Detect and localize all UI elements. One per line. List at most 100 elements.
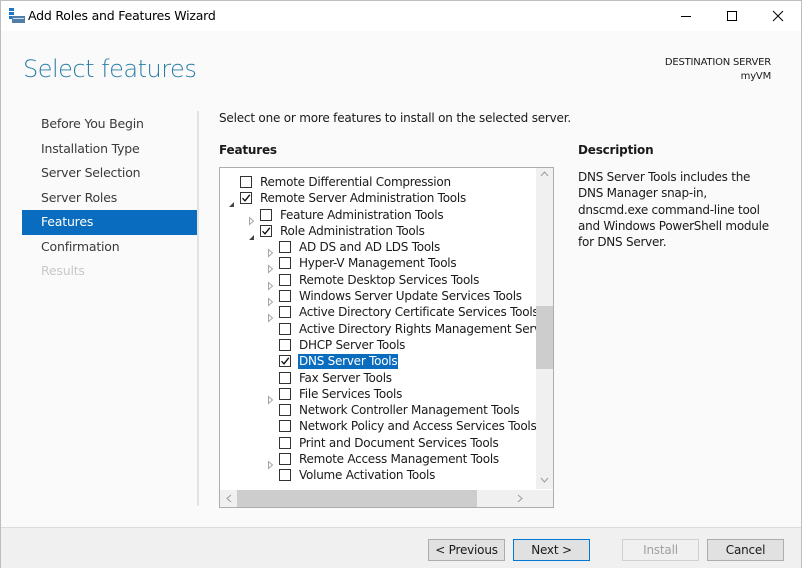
checkbox-unchecked[interactable] [279,241,291,254]
tree-item-label[interactable]: Volume Activation Tools [298,468,436,483]
tree-item-label[interactable]: Role Administration Tools [279,224,426,239]
tree-item-label[interactable]: Remote Access Management Tools [298,452,500,467]
collapsed-triangle-icon[interactable] [266,259,275,275]
collapsed-triangle-icon[interactable] [266,308,275,323]
tree-item-dhcp-server-tools[interactable]: DHCP Server Tools [220,338,535,354]
scroll-down-icon[interactable] [540,476,549,487]
tree-item-label[interactable]: Remote Differential Compression [259,175,452,190]
checkbox-unchecked[interactable] [279,469,291,482]
close-button[interactable] [755,1,801,31]
checkbox-unchecked[interactable] [279,371,291,384]
tree-item-remote-server-administration-tools[interactable]: Remote Server Administration Tools [220,191,535,208]
destination-server: DESTINATION SERVER myVM [665,56,771,84]
nav-item-server-roles[interactable]: Server Roles [22,186,197,211]
page-title: Select features [23,55,197,83]
tree-item-role-administration-tools[interactable]: Role Administration Tools [220,224,535,240]
vertical-scrollbar[interactable] [536,168,553,489]
checkbox-unchecked[interactable] [279,306,291,319]
tree-item-label[interactable]: Print and Document Services Tools [298,436,500,451]
tree-item-dns-server-tools[interactable]: DNS Server Tools [220,354,535,370]
tree-item-print-and-document-services-tools[interactable]: Print and Document Services Tools [220,436,535,452]
tree-item-remote-desktop-services-tools[interactable]: Remote Desktop Services Tools [220,273,535,291]
tree-item-windows-server-update-services-tools[interactable]: Windows Server Update Services Tools [220,289,535,307]
tree-item-feature-administration-tools[interactable]: Feature Administration Tools [220,208,535,226]
nav-item-features[interactable]: Features [22,210,197,235]
collapsed-triangle-icon[interactable] [266,390,275,405]
tree-item-hyper-v-management-tools[interactable]: Hyper-V Management Tools [220,256,535,275]
checkbox-checked[interactable] [240,192,252,205]
tree-item-label[interactable]: Active Directory Certificate Services To… [298,305,539,320]
tree-item-label[interactable]: Network Controller Management Tools [298,403,520,418]
tree-item-label[interactable]: Remote Server Administration Tools [259,191,467,206]
checkbox-unchecked[interactable] [279,387,291,400]
nav-item-installation-type[interactable]: Installation Type [22,137,197,162]
tree-item-label[interactable]: Feature Administration Tools [279,208,444,223]
features-tree-rows: Remote Differential Compression Remote Se… [220,175,551,485]
horizontal-scroll-thumb[interactable] [237,490,477,507]
expanded-triangle-icon[interactable] [227,194,236,208]
tree-item-label[interactable]: Fax Server Tools [298,371,393,386]
close-icon [772,10,784,22]
features-tree[interactable]: Remote Differential Compression Remote Se… [219,167,554,508]
collapsed-triangle-icon[interactable] [266,455,275,470]
collapsed-triangle-icon[interactable] [266,292,275,307]
scrollbar-corner [536,490,553,507]
tree-item-network-policy-and-access-services-tools[interactable]: Network Policy and Access Services Tools [220,419,538,435]
previous-button[interactable]: < Previous [428,539,505,561]
tree-item-file-services-tools[interactable]: File Services Tools [220,387,535,405]
tree-item-remote-access-management-tools[interactable]: Remote Access Management Tools [220,452,535,470]
nav-item-confirmation[interactable]: Confirmation [22,235,197,260]
collapsed-triangle-icon[interactable] [266,276,275,291]
tree-item-label[interactable]: DNS Server Tools [298,354,399,370]
nav-item-before-you-begin[interactable]: Before You Begin [22,112,197,137]
checkbox-checked[interactable] [279,355,291,368]
tree-item-label[interactable]: AD DS and AD LDS Tools [298,240,441,255]
tree-item-label[interactable]: Active Directory Rights Management Servi… [298,322,551,337]
nav-item-server-selection[interactable]: Server Selection [22,161,197,186]
checkbox-unchecked[interactable] [240,176,252,188]
features-heading: Features [219,143,277,157]
scroll-right-icon[interactable] [516,494,524,506]
tree-item-label[interactable]: DHCP Server Tools [298,338,406,353]
checkbox-checked[interactable] [260,224,272,237]
vertical-scroll-thumb[interactable] [536,305,553,369]
checkbox-unchecked[interactable] [279,322,291,335]
tree-item-fax-server-tools[interactable]: Fax Server Tools [220,371,535,387]
expanded-triangle-icon[interactable] [247,227,256,240]
collapsed-triangle-icon[interactable] [247,211,256,226]
tree-item-label[interactable]: Windows Server Update Services Tools [298,289,523,304]
title-bar[interactable]: Add Roles and Features Wizard [1,1,801,31]
tree-item-remote-differential-compression[interactable]: Remote Differential Compression [220,175,535,191]
tree-item-label[interactable]: Remote Desktop Services Tools [298,273,480,288]
tree-item-ad-ds-and-ad-lds-tools[interactable]: AD DS and AD LDS Tools [220,240,535,258]
wizard-window: Add Roles and Features Wizard Select fea… [0,0,802,568]
scroll-left-icon[interactable] [225,494,233,506]
tree-item-label[interactable]: File Services Tools [298,387,403,402]
checkbox-unchecked[interactable] [279,257,291,270]
checkmark-icon [280,357,290,366]
scroll-up-icon[interactable] [540,170,549,181]
tree-item-active-directory-certificate-services-tools[interactable]: Active Directory Certificate Services To… [220,305,539,323]
checkbox-unchecked[interactable] [279,420,291,433]
checkbox-unchecked[interactable] [260,208,272,221]
maximize-button[interactable] [709,1,755,31]
horizontal-scrollbar[interactable] [220,490,536,507]
tree-item-volume-activation-tools[interactable]: Volume Activation Tools [220,468,535,484]
tree-item-active-directory-rights-management-servic[interactable]: Active Directory Rights Management Servi… [220,322,551,338]
nav-divider [197,111,199,506]
next-button[interactable]: Next > [513,539,590,561]
checkbox-unchecked[interactable] [279,453,291,466]
tree-item-network-controller-management-tools[interactable]: Network Controller Management Tools [220,403,535,419]
cancel-button[interactable]: Cancel [707,539,784,561]
description-heading: Description [578,143,654,157]
checkbox-unchecked[interactable] [279,404,291,417]
tree-item-label[interactable]: Hyper-V Management Tools [298,256,457,271]
minimize-button[interactable] [663,1,709,31]
checkbox-unchecked[interactable] [279,338,291,351]
tree-item-label[interactable]: Network Policy and Access Services Tools [298,419,538,434]
collapsed-triangle-icon[interactable] [266,243,275,258]
checkbox-unchecked[interactable] [279,273,291,286]
checkbox-unchecked[interactable] [279,436,291,449]
install-button: Install [622,539,699,561]
checkbox-unchecked[interactable] [279,290,291,303]
